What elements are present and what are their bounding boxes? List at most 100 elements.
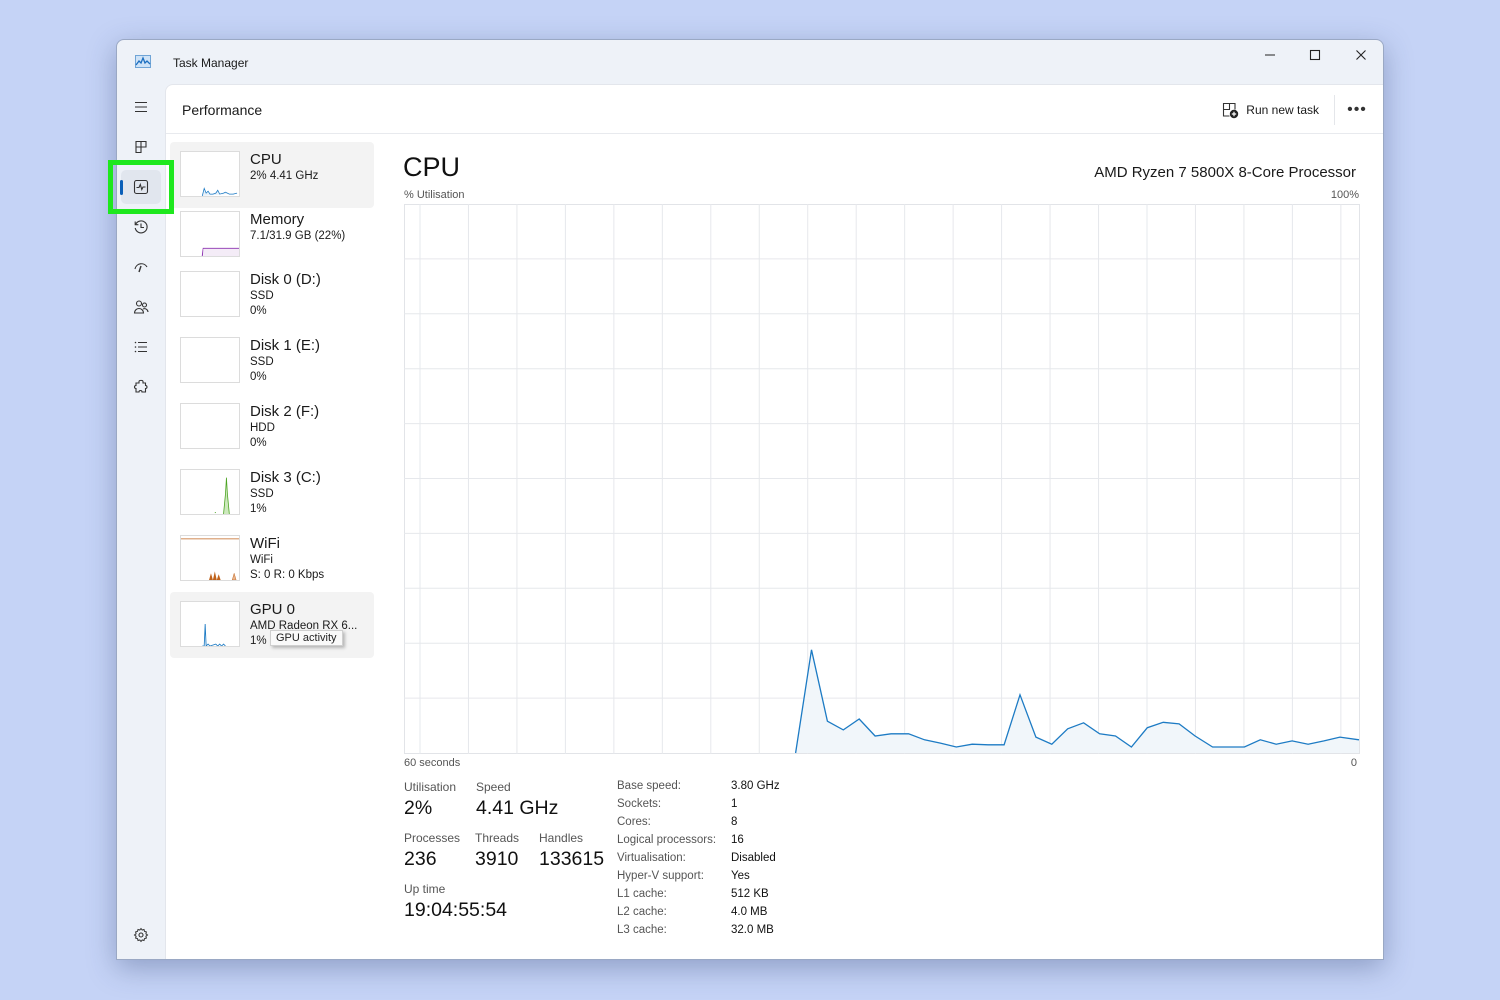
spec-key: Logical processors: xyxy=(617,834,717,846)
device-name: GPU 0 xyxy=(250,601,296,618)
more-options-icon: ••• xyxy=(1347,101,1367,118)
spec-row: Base speed: 3.80 GHz xyxy=(617,780,817,798)
title-bar[interactable]: Task Manager xyxy=(117,40,1383,84)
device-detail: SSD xyxy=(250,488,274,500)
device-detail: S: 0 R: 0 Kbps xyxy=(250,569,325,581)
y-max-label: 100% xyxy=(1330,189,1359,201)
stat-speed: Speed 4.41 GHz xyxy=(476,780,558,820)
services-puzzle-icon xyxy=(133,379,148,393)
device-thumbnail-graph xyxy=(180,469,240,515)
device-item-disk-0-d[interactable]: Disk 0 (D:) SSD 0% xyxy=(170,262,374,328)
run-new-task-icon xyxy=(1223,102,1239,118)
spec-key: Base speed: xyxy=(617,780,681,792)
stat-label: Up time xyxy=(404,882,446,896)
device-thumbnail-graph xyxy=(180,535,240,581)
spec-row: Cores: 8 xyxy=(617,816,817,834)
close-icon xyxy=(1356,50,1366,60)
x-right-label: 0 xyxy=(1350,757,1357,769)
details-list-icon xyxy=(134,341,147,353)
cpu-graph-svg xyxy=(404,204,1360,754)
spec-value: 1 xyxy=(731,798,738,810)
spec-row: L1 cache: 512 KB xyxy=(617,888,817,906)
header-divider xyxy=(1334,95,1335,125)
device-item-cpu[interactable]: CPU 2% 4.41 GHz xyxy=(170,142,374,208)
nav-details[interactable] xyxy=(121,330,161,364)
spec-value: Disabled xyxy=(731,852,776,864)
device-thumbnail-graph xyxy=(180,211,240,257)
device-detail: 0% xyxy=(250,437,267,449)
spec-key: Cores: xyxy=(617,816,651,828)
stat-handles: Handles 133615 xyxy=(539,831,604,871)
users-icon xyxy=(133,300,149,314)
detail-title: CPU xyxy=(403,152,461,182)
nav-users[interactable] xyxy=(121,290,161,324)
nav-app-history[interactable] xyxy=(121,210,161,244)
device-item-memory[interactable]: Memory 7.1/31.9 GB (22%) xyxy=(170,202,374,268)
device-detail: 2% 4.41 GHz xyxy=(250,170,319,182)
device-item-disk-2-f[interactable]: Disk 2 (F:) HDD 0% xyxy=(170,394,374,460)
stat-label: Handles xyxy=(539,831,584,845)
device-thumbnail-graph xyxy=(180,601,240,647)
more-options-button[interactable]: ••• xyxy=(1345,99,1369,121)
device-item-disk-1-e[interactable]: Disk 1 (E:) SSD 0% xyxy=(170,328,374,394)
spec-row: Sockets: 1 xyxy=(617,798,817,816)
minimize-icon xyxy=(1265,54,1275,56)
spec-key: Sockets: xyxy=(617,798,662,810)
stat-value: 236 xyxy=(404,848,437,870)
spec-value: 32.0 MB xyxy=(731,924,774,936)
maximize-icon xyxy=(1309,49,1321,61)
stat-value: 19:04:55:54 xyxy=(404,899,508,921)
spec-value: 512 KB xyxy=(731,888,769,900)
spec-row: Virtualisation: Disabled xyxy=(617,852,817,870)
stat-value: 4.41 GHz xyxy=(476,797,559,819)
stat-uptime: Up time 19:04:55:54 xyxy=(404,882,507,922)
startup-apps-icon xyxy=(134,263,148,273)
device-detail: 1% xyxy=(250,635,267,647)
settings-button[interactable] xyxy=(121,918,161,952)
device-name: Disk 3 (C:) xyxy=(250,469,321,486)
device-item-disk-3-c[interactable]: Disk 3 (C:) SSD 1% xyxy=(170,460,374,526)
device-thumbnail-graph xyxy=(180,403,240,449)
task-manager-window: Task Manager Performance Run new task ••… xyxy=(116,39,1384,960)
y-axis-label: % Utilisation xyxy=(404,189,465,201)
spec-value: Yes xyxy=(731,870,750,882)
spec-value: 8 xyxy=(731,816,738,828)
maximize-button[interactable] xyxy=(1292,40,1338,70)
run-new-task-button[interactable]: Run new task xyxy=(1222,100,1319,120)
close-button[interactable] xyxy=(1338,40,1383,70)
spec-row: Logical processors: 16 xyxy=(617,834,817,852)
settings-gear-icon xyxy=(133,927,149,943)
page-header: Performance Run new task ••• xyxy=(166,85,1383,134)
spec-value: 16 xyxy=(731,834,744,846)
task-manager-app-icon xyxy=(135,55,151,68)
device-item-gpu-0[interactable]: GPU 0 AMD Radeon RX 6... 1% GPU activity xyxy=(170,592,374,658)
stat-value: 133615 xyxy=(539,848,605,870)
device-detail: 0% xyxy=(250,305,267,317)
stat-processes: Processes 236 xyxy=(404,831,460,871)
stat-threads: Threads 3910 xyxy=(475,831,519,871)
hamburger-menu-icon xyxy=(135,101,147,113)
device-name: Memory xyxy=(250,211,305,228)
spec-value: 3.80 GHz xyxy=(731,780,780,792)
nav-services[interactable] xyxy=(121,370,161,404)
device-name: WiFi xyxy=(250,535,280,552)
device-detail: 7.1/31.9 GB (22%) xyxy=(250,230,346,242)
nav-processes[interactable] xyxy=(121,130,161,164)
hamburger-menu-button[interactable] xyxy=(121,90,161,124)
minimize-button[interactable] xyxy=(1247,40,1293,70)
device-item-wifi[interactable]: WiFi WiFi S: 0 R: 0 Kbps xyxy=(170,526,374,592)
device-detail: HDD xyxy=(250,422,275,434)
spec-value: 4.0 MB xyxy=(731,906,768,918)
app-history-icon xyxy=(134,220,148,234)
device-detail: SSD xyxy=(250,290,274,302)
device-detail: SSD xyxy=(250,356,274,368)
annotation-highlight-box xyxy=(108,160,174,214)
device-thumbnail-graph xyxy=(180,151,240,197)
spec-row: L3 cache: 32.0 MB xyxy=(617,924,817,942)
device-name: Disk 2 (F:) xyxy=(250,403,320,420)
device-name: Disk 0 (D:) xyxy=(250,271,321,288)
nav-startup-apps[interactable] xyxy=(121,250,161,284)
spec-key: L2 cache: xyxy=(617,906,667,918)
device-detail: WiFi xyxy=(250,554,273,566)
device-thumbnail-graph xyxy=(180,271,240,317)
